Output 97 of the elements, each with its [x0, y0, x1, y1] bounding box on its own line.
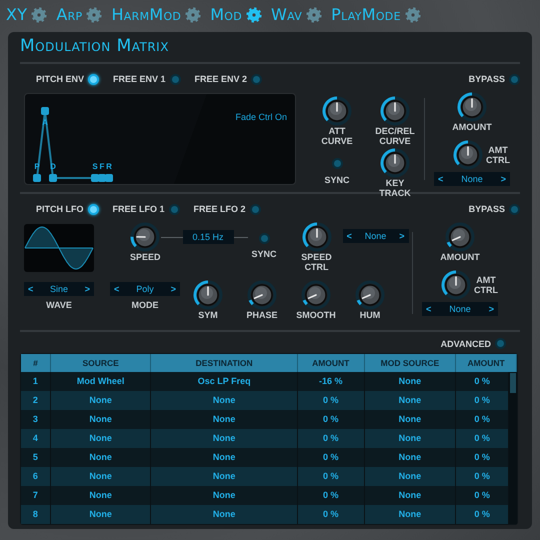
next-button[interactable]: >	[84, 283, 90, 295]
knob[interactable]	[322, 96, 352, 126]
next-button[interactable]: >	[500, 173, 506, 185]
radio-indicator[interactable]	[88, 204, 98, 214]
knob[interactable]	[453, 140, 483, 170]
radio-indicator[interactable]	[88, 74, 100, 84]
knob-label: ATT CURVE	[320, 126, 354, 146]
next-button[interactable]: >	[399, 230, 405, 242]
scrollbar-thumb[interactable]	[510, 373, 516, 393]
knob-label: AMT CTRL	[473, 275, 499, 295]
handle-label: R	[106, 162, 112, 171]
radio-indicator[interactable]	[332, 158, 342, 169]
waveform-display	[24, 224, 94, 272]
knob[interactable]	[302, 222, 332, 252]
knob-label: SPEED	[130, 252, 161, 262]
status-text: Fade Ctrl On	[235, 112, 287, 122]
knob-label: DEC/REL CURVE	[374, 126, 416, 146]
knob-label: SPEED CTRL	[300, 252, 333, 272]
gear-icon[interactable]	[31, 7, 48, 23]
knob[interactable]	[380, 148, 410, 178]
bypass-toggle[interactable]: BYPASS	[468, 74, 520, 84]
table-cell[interactable]: 0 %	[298, 505, 365, 524]
nav-tab[interactable]: Arp	[56, 6, 82, 24]
previous-button[interactable]: <	[346, 230, 352, 242]
panel-title: Modulation Matrix	[20, 35, 170, 58]
radio-indicator[interactable]	[170, 74, 181, 84]
radio-indicator[interactable]	[168, 204, 180, 214]
nav-tab[interactable]: XY	[6, 6, 28, 24]
selector-value: Poly	[136, 283, 154, 295]
selector-label: WAVE	[46, 300, 72, 310]
selector[interactable]: < None >	[422, 302, 498, 316]
gear-icon[interactable]	[306, 7, 322, 23]
radio-indicator[interactable]	[250, 204, 261, 214]
table-cell[interactable]: None	[50, 505, 152, 524]
rate-display: 0.15 Hz	[182, 230, 234, 244]
scrollbar[interactable]	[509, 372, 517, 524]
knob-label: SMOOTH	[296, 310, 336, 320]
advanced-toggle[interactable]: ADVANCED	[440, 338, 506, 349]
nav-tab[interactable]: Wav	[271, 6, 302, 24]
gear-icon[interactable]	[404, 7, 421, 23]
sync-label: SYNC	[252, 249, 277, 259]
nav-tab[interactable]: PlayMode	[331, 6, 401, 24]
radio-indicator[interactable]	[495, 338, 506, 349]
tab[interactable]: PITCH ENV	[36, 74, 100, 84]
table-cell[interactable]: 8	[21, 505, 51, 524]
gear-icon[interactable]	[185, 7, 202, 23]
selector-value: None	[449, 303, 471, 315]
tab[interactable]: FREE LFO 1	[112, 204, 180, 214]
knob[interactable]	[130, 222, 160, 252]
radio-indicator[interactable]	[509, 204, 520, 214]
previous-button[interactable]: <	[426, 303, 432, 315]
selector[interactable]: < None >	[434, 172, 510, 186]
previous-button[interactable]: <	[28, 283, 34, 295]
knob[interactable]	[457, 92, 487, 122]
table-cell[interactable]: None	[364, 505, 456, 524]
nav-tab[interactable]: HarmMod	[111, 6, 182, 24]
handle-label: S	[92, 162, 98, 171]
knob[interactable]	[247, 280, 277, 310]
envelope-handle[interactable]	[41, 107, 49, 115]
knob[interactable]	[380, 96, 410, 126]
gear-icon[interactable]	[246, 7, 262, 23]
tab[interactable]: FREE ENV 2	[194, 74, 262, 84]
knob[interactable]	[301, 280, 331, 310]
radio-indicator[interactable]	[509, 74, 520, 84]
selector-value: None	[364, 230, 386, 242]
selector-value: Sine	[50, 283, 68, 295]
selector-value: None	[461, 173, 483, 185]
handle-label: F	[100, 162, 104, 171]
knob-label: AMOUNT	[452, 122, 492, 132]
table-cell[interactable]: None	[151, 505, 298, 524]
bypass-toggle[interactable]: BYPASS	[468, 204, 520, 214]
knob[interactable]	[193, 280, 223, 310]
selector-label: MODE	[132, 300, 158, 310]
gear-icon[interactable]	[86, 7, 102, 23]
radio-indicator[interactable]	[258, 233, 270, 244]
selector[interactable]: < Poly >	[110, 282, 180, 296]
next-button[interactable]: >	[170, 283, 176, 295]
knob-label: AMOUNT	[440, 252, 480, 262]
knob-label: AMT CTRL	[485, 145, 511, 165]
nav-tab[interactable]: Mod	[210, 6, 242, 24]
knob[interactable]	[355, 280, 385, 310]
tab[interactable]: PITCH LFO	[36, 204, 98, 214]
tab[interactable]: FREE LFO 2	[194, 204, 261, 214]
selector[interactable]: < None >	[342, 229, 409, 243]
knob[interactable]	[441, 270, 471, 300]
knob-label: SYM	[198, 310, 218, 320]
sync-label: SYNC	[324, 175, 350, 185]
selector[interactable]: < Sine >	[24, 282, 94, 296]
radio-indicator[interactable]	[251, 74, 262, 84]
previous-button[interactable]: <	[114, 283, 120, 295]
previous-button[interactable]: <	[438, 173, 444, 185]
knob-label: KEY TRACK	[378, 178, 412, 198]
next-button[interactable]: >	[488, 303, 494, 315]
tab[interactable]: FREE ENV 1	[113, 74, 181, 84]
knob-label: HUM	[360, 310, 380, 320]
knob-label: PHASE	[246, 310, 278, 320]
knob[interactable]	[445, 222, 475, 252]
